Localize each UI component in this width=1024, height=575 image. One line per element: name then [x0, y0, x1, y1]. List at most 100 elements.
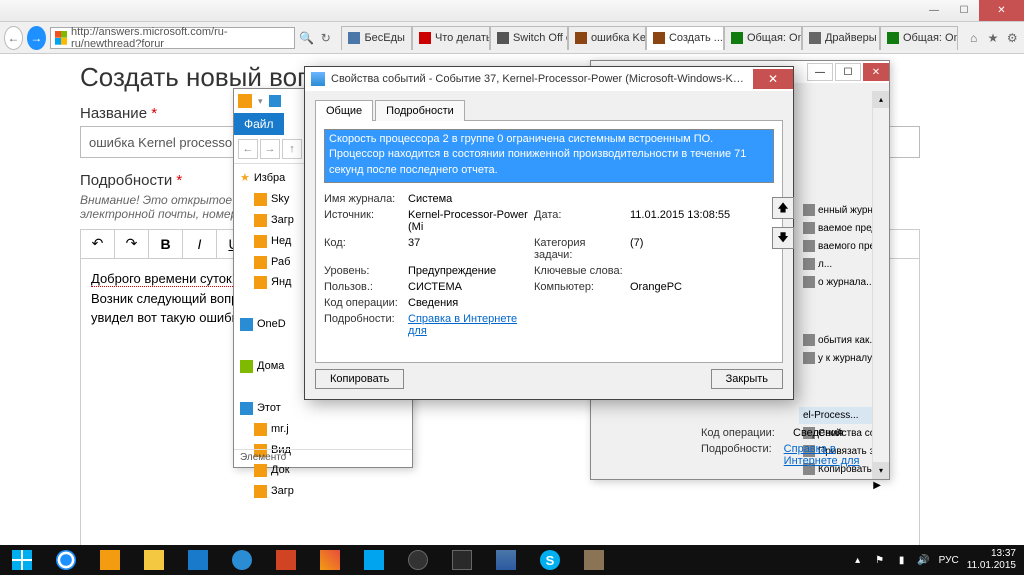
nav-fwd[interactable]: → — [260, 139, 280, 159]
bold-button[interactable]: B — [149, 230, 183, 258]
scroll-down-icon[interactable]: ▾ — [873, 462, 889, 479]
tab-label: Драйверы ... — [825, 32, 880, 44]
tray-flag-icon[interactable]: ⚑ — [873, 553, 887, 567]
refresh-icon[interactable]: ↻ — [318, 28, 333, 48]
chevron-down-icon[interactable]: ▾ — [258, 96, 263, 107]
ev-expand-arrow3[interactable]: ▶ — [799, 478, 885, 493]
tab-label: Switch Off с... — [513, 32, 568, 44]
tray-net-icon[interactable]: ▮ — [895, 553, 909, 567]
explorer-tool-icon[interactable] — [269, 95, 281, 107]
search-icon[interactable]: 🔍 — [299, 28, 314, 48]
browser-tab[interactable]: БесЕды — [341, 26, 412, 50]
taskbar: S ▴ ⚑ ▮ 🔊 РУС 13:37 11.01.2015 — [0, 545, 1024, 575]
next-event-button[interactable]: 🡇 — [772, 227, 794, 249]
task-skype[interactable]: S — [528, 545, 572, 575]
tab-favicon — [497, 32, 509, 44]
task-app7[interactable] — [440, 545, 484, 575]
address-box[interactable]: http://answers.microsoft.com/ru-ru/newth… — [50, 27, 295, 49]
tray-lang[interactable]: РУС — [939, 555, 959, 566]
task-app1[interactable] — [176, 545, 220, 575]
ie-max-button[interactable]: ☐ — [949, 0, 979, 21]
dialog-title-text: Свойства событий - Событие 37, Kernel-Pr… — [331, 73, 747, 85]
event-properties-dialog[interactable]: Свойства событий - Событие 37, Kernel-Pr… — [304, 66, 794, 400]
dialog-nav-arrows: 🡅 🡇 — [772, 197, 794, 249]
dialog-tabs: Общие Подробности — [315, 99, 783, 121]
file-tab[interactable]: Файл — [234, 113, 284, 135]
tray-vol-icon[interactable]: 🔊 — [917, 553, 931, 567]
task-app5[interactable] — [352, 545, 396, 575]
italic-button[interactable]: I — [183, 230, 217, 258]
browser-tab[interactable]: Создать ...✕ — [646, 26, 724, 50]
thispc-node[interactable]: Этот — [240, 398, 406, 419]
dialog-icon — [311, 72, 325, 86]
back-button[interactable]: ← — [4, 26, 23, 50]
ie-window-titlebar: — ☐ ✕ — [0, 0, 1024, 22]
home-icon[interactable]: ⌂ — [966, 28, 981, 48]
scroll-up-icon[interactable]: ▴ — [873, 91, 889, 108]
browser-tab[interactable]: Драйверы ... — [802, 26, 880, 50]
tab-label: Что делать ... — [435, 32, 490, 44]
task-app8[interactable] — [484, 545, 528, 575]
tab-favicon — [575, 32, 587, 44]
tab-favicon — [809, 32, 821, 44]
tab-details[interactable]: Подробности — [375, 100, 465, 121]
dialog-content: Скорость процессора 2 в группе 0 огранич… — [315, 121, 783, 363]
browser-tab[interactable]: Общая: On... — [880, 26, 958, 50]
start-button[interactable] — [0, 545, 44, 575]
tab-label: Создать ... — [669, 32, 723, 44]
ie-min-button[interactable]: — — [919, 0, 949, 21]
browser-tab[interactable]: Общая: On... — [724, 26, 802, 50]
ev-max[interactable]: ☐ — [835, 63, 861, 81]
task-app6[interactable] — [396, 545, 440, 575]
ev-min[interactable]: — — [807, 63, 833, 81]
tree-item[interactable]: mr.j — [240, 419, 406, 440]
explorer-status: Элементо — [234, 449, 412, 467]
browser-tab[interactable]: Что делать ... — [412, 26, 490, 50]
url-text: http://answers.microsoft.com/ru-ru/newth… — [71, 26, 290, 50]
task-app9[interactable] — [572, 545, 616, 575]
redo-button[interactable]: ↷ — [115, 230, 149, 258]
site-favicon — [55, 31, 67, 45]
editor-line3: увидел вот такую ошибку — [91, 310, 244, 325]
tab-label: Общая: On... — [903, 32, 958, 44]
browser-tab[interactable]: ошибка Ker... — [568, 26, 646, 50]
browser-tab[interactable]: Switch Off с... — [490, 26, 568, 50]
dialog-titlebar[interactable]: Свойства событий - Событие 37, Kernel-Pr… — [305, 67, 793, 91]
task-app2[interactable] — [220, 545, 264, 575]
tab-label: Общая: On... — [747, 32, 802, 44]
tab-favicon — [887, 32, 899, 44]
ev-close[interactable]: ✕ — [863, 63, 889, 81]
tools-icon[interactable]: ⚙ — [1005, 28, 1020, 48]
tray-up-icon[interactable]: ▴ — [851, 553, 865, 567]
nav-back[interactable]: ← — [238, 139, 258, 159]
task-ie[interactable] — [44, 545, 88, 575]
ie-address-bar: ← → http://answers.microsoft.com/ru-ru/n… — [0, 22, 1024, 54]
tray-clock[interactable]: 13:37 11.01.2015 — [967, 548, 1016, 572]
favorites-icon[interactable]: ★ — [985, 28, 1000, 48]
task-app4[interactable] — [308, 545, 352, 575]
tab-general[interactable]: Общие — [315, 100, 373, 121]
task-folder[interactable] — [132, 545, 176, 575]
forward-button[interactable]: → — [27, 26, 46, 50]
dialog-close-button[interactable]: ✕ — [753, 69, 793, 89]
nav-up[interactable]: ↑ — [282, 139, 302, 159]
close-button[interactable]: Закрыть — [711, 369, 783, 389]
tab-label: ошибка Ker... — [591, 32, 646, 44]
task-explorer[interactable] — [88, 545, 132, 575]
editor-line1: Доброго времени суток! — [91, 271, 235, 287]
event-message[interactable]: Скорость процессора 2 в группе 0 огранич… — [324, 129, 774, 183]
tree-item[interactable]: Загр — [240, 481, 406, 502]
ev-scrollbar[interactable]: ▴ ▾ — [872, 91, 889, 479]
folder-icon — [238, 94, 252, 108]
task-app3[interactable] — [264, 545, 308, 575]
ie-close-button[interactable]: ✕ — [979, 0, 1024, 21]
copy-button[interactable]: Копировать — [315, 369, 404, 389]
tab-favicon — [653, 32, 665, 44]
event-fields: Имя журнала:Система Источник:Kernel-Proc… — [324, 193, 774, 337]
prev-event-button[interactable]: 🡅 — [772, 197, 794, 219]
tab-favicon — [731, 32, 743, 44]
help-link[interactable]: Справка в Интернете для — [408, 313, 528, 337]
ev-detail-bottom: Код операции:Сведения Подробности:Справк… — [701, 427, 889, 471]
undo-button[interactable]: ↶ — [81, 230, 115, 258]
tab-label: БесЕды — [364, 32, 405, 44]
